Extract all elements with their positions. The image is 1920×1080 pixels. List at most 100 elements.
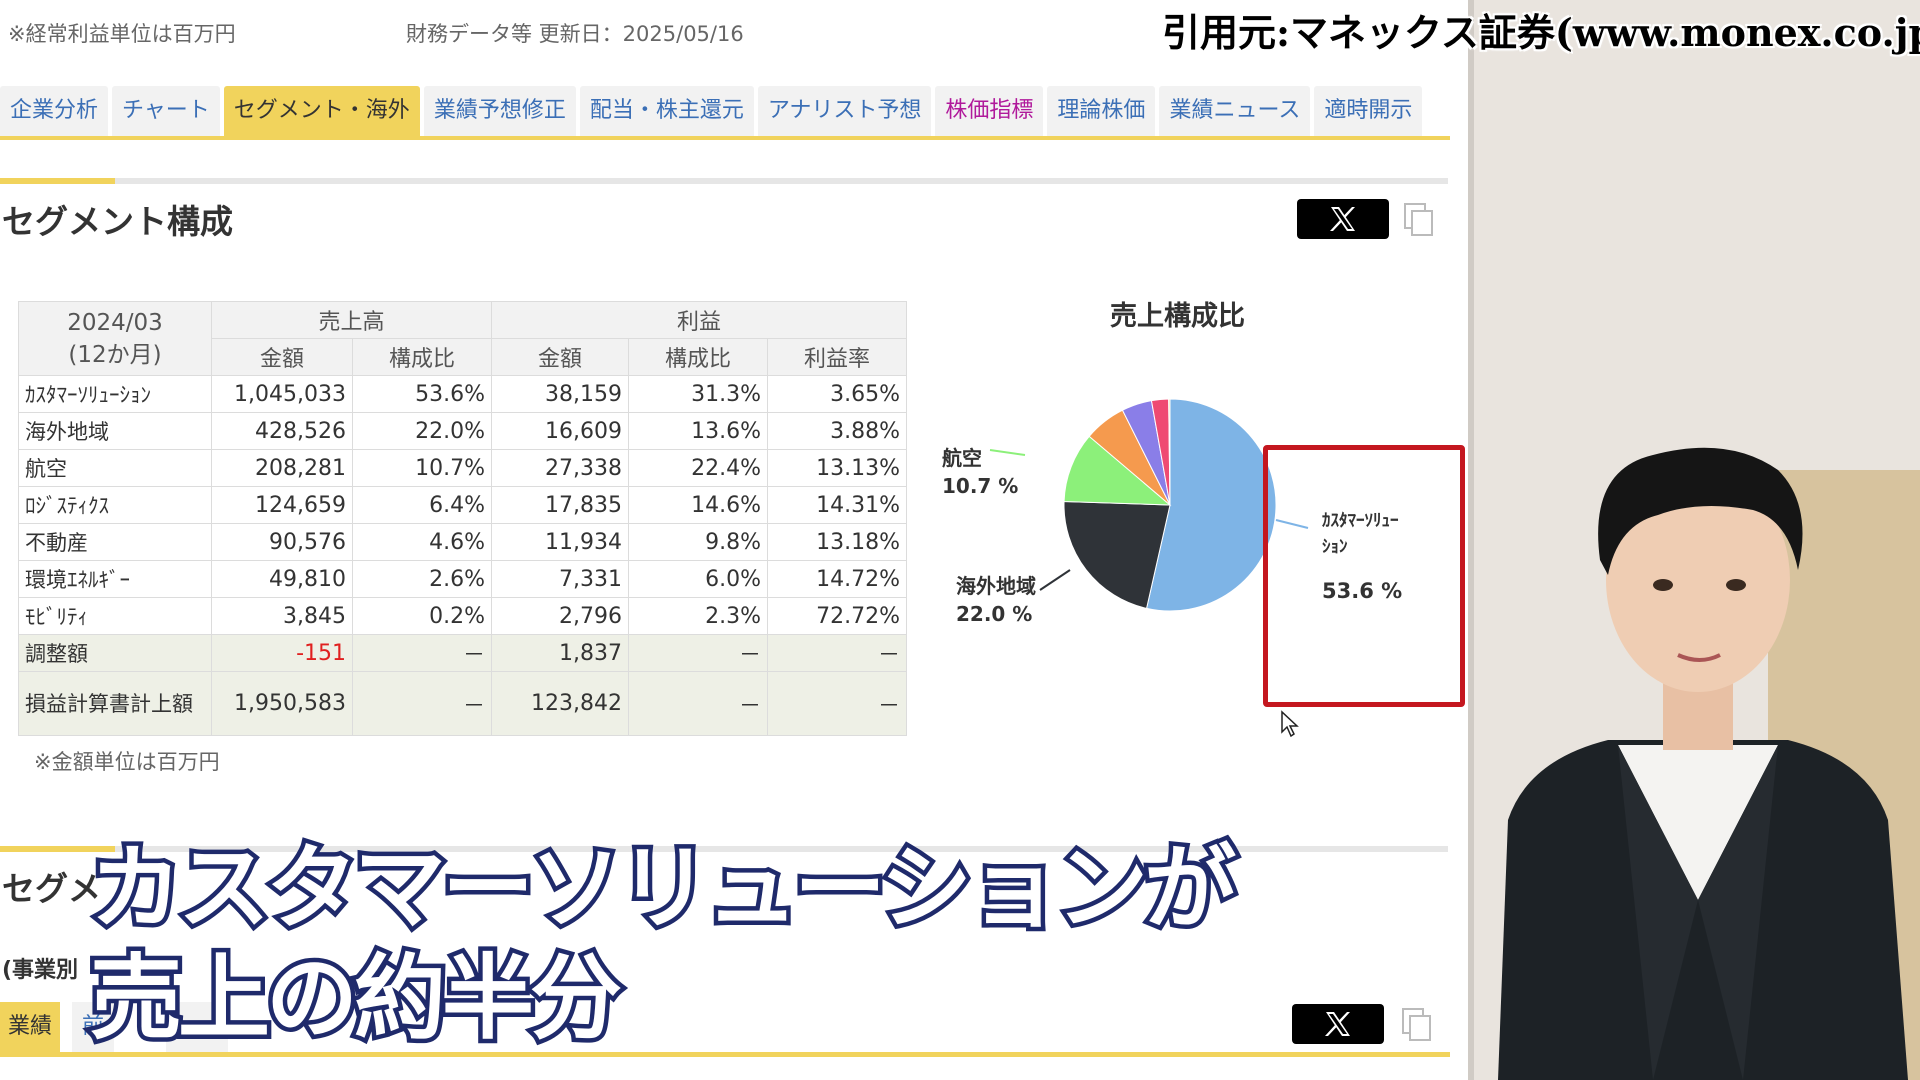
cell-margin: － — [767, 634, 907, 672]
mouse-cursor-icon — [1281, 710, 1299, 738]
cell-sales: 90,576 — [211, 523, 353, 561]
cell-profit-ratio: 9.8% — [628, 523, 768, 561]
cell-sales: -151 — [211, 634, 353, 672]
tab-0[interactable]: 企業分析 — [0, 86, 109, 136]
tab-5[interactable]: アナリスト予想 — [757, 86, 932, 136]
label-aviation: 航空 10.7 % — [942, 444, 1018, 500]
label-overseas: 海外地域 22.0 % — [956, 572, 1036, 628]
cell-margin: 13.13% — [767, 449, 907, 487]
cell-profit-ratio: 2.3% — [628, 597, 768, 635]
tab-2[interactable]: セグメント・海外 — [223, 86, 420, 136]
profit-ratio-header: 構成比 — [628, 338, 768, 376]
segment-table: 2024/03 (12か月) 売上高 利益 金額 構成比 金額 構成比 利益率 … — [18, 301, 907, 736]
profit-unit-note: ※経常利益単位は百万円 — [8, 22, 236, 46]
caption-line-2: 売上の約半分 — [85, 941, 626, 1057]
table-row: ﾓﾋﾞﾘﾃｨ 3,845 0.2% 2,796 2.3% 72.72% — [18, 597, 907, 635]
table-row: 海外地域 428,526 22.0% 16,609 13.6% 3.88% — [18, 412, 907, 450]
leader-line-overseas — [1039, 569, 1071, 591]
profit-group-header: 利益 — [491, 301, 907, 339]
cell-profit: 16,609 — [491, 412, 629, 450]
cell-sales-ratio: 2.6% — [352, 560, 492, 598]
presenter-video — [1468, 0, 1920, 1080]
segment-label: 損益計算書計上額 — [18, 671, 212, 736]
cell-profit-ratio: 31.3% — [628, 375, 768, 413]
cell-profit: 27,338 — [491, 449, 629, 487]
tab-results[interactable]: 業績 — [0, 1002, 61, 1052]
data-updated-date: 財務データ等 更新日：2025/05/16 — [406, 22, 744, 46]
tab-6[interactable]: 株価指標 — [935, 86, 1044, 136]
cell-margin: 72.72% — [767, 597, 907, 635]
pie-chart-title: 売上構成比 — [1110, 301, 1245, 332]
x-logo-icon — [1330, 207, 1355, 231]
cell-profit: 2,796 — [491, 597, 629, 635]
cell-sales-ratio: 6.4% — [352, 486, 492, 524]
profit-margin-header: 利益率 — [767, 338, 907, 376]
total-row: 損益計算書計上額 1,950,583 － 123,842 －－ — [18, 671, 907, 736]
cell-sales: 124,659 — [211, 486, 353, 524]
cell-profit-ratio: 22.4% — [628, 449, 768, 487]
cell-margin: 3.65% — [767, 375, 907, 413]
citation-source: 引用元:マネックス証券(www.monex.co.jp) — [1162, 10, 1920, 55]
table-row: 環境ｴﾈﾙｷﾞｰ 49,810 2.6% 7,331 6.0% 14.72% — [18, 560, 907, 598]
segment-label: 航空 — [18, 449, 212, 487]
cell-sales: 3,845 — [211, 597, 353, 635]
tab-1[interactable]: チャート — [112, 86, 220, 136]
segment-label: 不動産 — [18, 523, 212, 561]
share-x-button-2[interactable] — [1292, 1004, 1384, 1044]
sales-group-header: 売上高 — [211, 301, 492, 339]
copy-icon[interactable] — [1404, 203, 1433, 236]
table-row: 不動産 90,576 4.6% 11,934 9.8% 13.18% — [18, 523, 907, 561]
tab-7[interactable]: 理論株価 — [1047, 86, 1156, 136]
cell-margin: 14.72% — [767, 560, 907, 598]
cell-sales-ratio: 53.6% — [352, 375, 492, 413]
tab-9[interactable]: 適時開示 — [1314, 86, 1423, 136]
cell-profit: 38,159 — [491, 375, 629, 413]
cell-sales-ratio: 0.2% — [352, 597, 492, 635]
share-x-button[interactable] — [1297, 199, 1389, 239]
segment2-title: セグメ — [2, 869, 101, 908]
tab-8[interactable]: 業績ニュース — [1159, 86, 1311, 136]
cell-profit-ratio: 13.6% — [628, 412, 768, 450]
segment-section-title: セグメント構成 — [2, 202, 233, 241]
table-row: 航空 208,281 10.7% 27,338 22.4% 13.13% — [18, 449, 907, 487]
cell-profit: 7,331 — [491, 560, 629, 598]
period-header: 2024/03 (12か月) — [18, 301, 212, 376]
company-tabs: 企業分析 チャート セグメント・海外 業績予想修正 配当・株主還元 アナリスト予想 株価指標… — [0, 86, 1423, 136]
presenter-illustration — [1468, 0, 1920, 1080]
cell-margin: 3.88% — [767, 412, 907, 450]
tab-4[interactable]: 配当・株主還元 — [579, 86, 754, 136]
segment-label: 環境ｴﾈﾙｷﾞｰ — [18, 560, 212, 598]
cell-sales: 1,045,033 — [211, 375, 353, 413]
table-row: ﾛｼﾞｽﾃｨｸｽ 124,659 6.4% 17,835 14.6% 14.31% — [18, 486, 907, 524]
cell-sales-ratio: 4.6% — [352, 523, 492, 561]
cell-profit: 17,835 — [491, 486, 629, 524]
profit-amount-header: 金額 — [491, 338, 629, 376]
cell-profit: 11,934 — [491, 523, 629, 561]
cell-profit-ratio: 6.0% — [628, 560, 768, 598]
sales-ratio-header: 構成比 — [352, 338, 492, 376]
period-sub: (12か月) — [68, 341, 162, 368]
cell-sales: 428,526 — [211, 412, 353, 450]
cell-profit-ratio: 14.6% — [628, 486, 768, 524]
cell-sales-ratio: 22.0% — [352, 412, 492, 450]
cell-profit-ratio: － — [628, 634, 768, 672]
cell-profit: 1,837 — [491, 634, 629, 672]
table-row: ｶｽﾀﾏｰｿﾘｭｰｼｮﾝ 1,045,033 53.6% 38,159 31.3% 3.6… — [18, 375, 907, 413]
cell-sales: 49,810 — [211, 560, 353, 598]
tabs-underline — [0, 136, 1450, 140]
cell-profit-ratio: － — [628, 671, 768, 736]
segment-table-body: ｶｽﾀﾏｰｿﾘｭｰｼｮﾝ 1,045,033 53.6% 38,159 31.3% 3.6… — [18, 375, 907, 736]
adjustment-row: 調整額 -151 － 1,837 －－ — [18, 634, 907, 672]
x-logo-icon — [1325, 1012, 1350, 1036]
period: 2024/03 — [67, 309, 163, 336]
segment2-subtitle: (事業別 — [2, 958, 79, 983]
tab-3[interactable]: 業績予想修正 — [423, 86, 576, 136]
cell-profit: 123,842 — [491, 671, 629, 736]
cell-sales: 208,281 — [211, 449, 353, 487]
section-divider — [0, 178, 1448, 184]
amount-unit-note: ※金額単位は百万円 — [34, 750, 220, 774]
cell-margin: 13.18% — [767, 523, 907, 561]
cell-sales: 1,950,583 — [211, 671, 353, 736]
copy-icon-2[interactable] — [1402, 1008, 1431, 1041]
label-aviation-name: 航空 — [942, 446, 982, 470]
